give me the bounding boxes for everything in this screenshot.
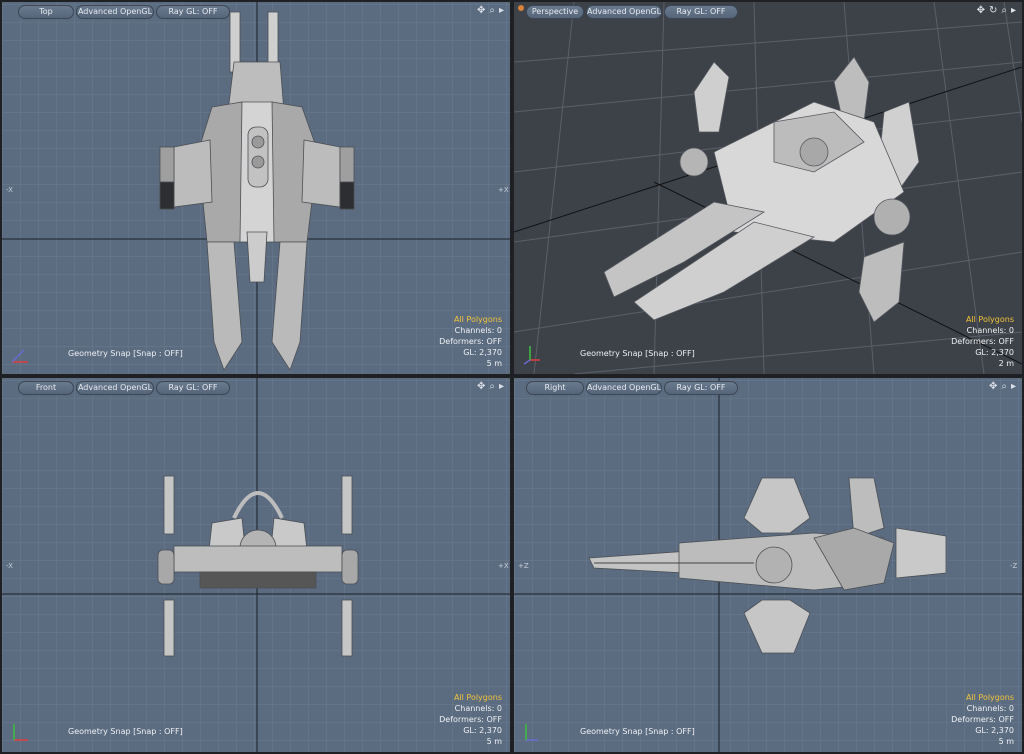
geometry-snap-status: Geometry Snap [Snap : OFF] [580, 727, 695, 736]
zoom-icon[interactable]: ⌕ [1001, 381, 1007, 393]
perspective-view-canvas[interactable] [514, 2, 1022, 374]
viewport-nav-icons: ✥ ⌕ ▸ [473, 5, 504, 17]
viewport-toolbar: Perspective Advanced OpenGL Ray GL: OFF … [514, 5, 1022, 19]
front-view-canvas[interactable]: -X +X [2, 378, 510, 752]
axis-gizmo-icon [523, 346, 540, 365]
viewport-nav-icons: ✥ ⌕ ▸ [473, 381, 504, 393]
viewport-top[interactable]: -X +X Top Advanced OpenGL Ray GL: OFF ✥ ⌕… [2, 2, 510, 374]
viewport-info: All Polygons Channels: 0 Deformers: OFF … [951, 314, 1014, 369]
scale-label: 2 m [998, 359, 1014, 368]
axis-label-left: -X [6, 562, 13, 570]
scale-label: 5 m [486, 359, 502, 368]
channels-label: Channels: 0 [454, 704, 502, 713]
viewport-toolbar: Top Advanced OpenGL Ray GL: OFF ✥ ⌕ ▸ [2, 5, 510, 19]
axis-gizmo-icon [13, 724, 28, 741]
selection-mode-label: All Polygons [453, 693, 502, 702]
rotate-icon[interactable]: ↻ [989, 5, 997, 17]
raygl-button[interactable]: Ray GL: OFF [664, 5, 738, 19]
zoom-icon[interactable]: ⌕ [489, 5, 495, 17]
axis-label-left: +Z [518, 562, 529, 570]
viewport-front[interactable]: -X +X Front Advanced OpenGL Ray GL: OFF … [2, 378, 510, 752]
render-mode-button[interactable]: Advanced OpenGL [586, 381, 662, 395]
channels-label: Channels: 0 [966, 704, 1014, 713]
channels-label: Channels: 0 [966, 326, 1014, 335]
gl-count-label: GL: 2,370 [463, 726, 502, 735]
zoom-icon[interactable]: ⌕ [1001, 5, 1007, 17]
menu-arrow-icon[interactable]: ▸ [499, 381, 504, 393]
viewport-info: All Polygons Channels: 0 Deformers: OFF … [439, 314, 502, 369]
raygl-button[interactable]: Ray GL: OFF [156, 5, 230, 19]
viewport-toolbar: Front Advanced OpenGL Ray GL: OFF ✥ ⌕ ▸ [2, 381, 510, 395]
scale-label: 5 m [998, 737, 1014, 746]
render-mode-button[interactable]: Advanced OpenGL [586, 5, 662, 19]
gl-count-label: GL: 2,370 [975, 348, 1014, 357]
right-view-canvas[interactable]: +Z -Z [514, 378, 1022, 752]
viewport-right[interactable]: +Z -Z Right Advanced OpenGL Ray GL: OFF … [514, 378, 1022, 752]
viewport-info: All Polygons Channels: 0 Deformers: OFF … [439, 692, 502, 747]
selection-mode-label: All Polygons [965, 693, 1014, 702]
gl-count-label: GL: 2,370 [975, 726, 1014, 735]
axis-label-left: -X [6, 186, 13, 194]
selection-mode-label: All Polygons [453, 315, 502, 324]
axis-label-right: +X [498, 186, 509, 194]
render-mode-button[interactable]: Advanced OpenGL [76, 5, 154, 19]
viewport-perspective[interactable]: Perspective Advanced OpenGL Ray GL: OFF … [514, 2, 1022, 374]
view-type-button[interactable]: Top [18, 5, 74, 19]
geometry-snap-status: Geometry Snap [Snap : OFF] [580, 349, 695, 358]
pan-icon[interactable]: ✥ [477, 381, 485, 393]
view-type-button[interactable]: Front [18, 381, 74, 395]
viewport-info: All Polygons Channels: 0 Deformers: OFF … [951, 692, 1014, 747]
geometry-snap-status: Geometry Snap [Snap : OFF] [68, 727, 183, 736]
axis-label-right: -Z [1010, 562, 1018, 570]
viewport-toolbar: Right Advanced OpenGL Ray GL: OFF ✥ ⌕ ▸ [514, 381, 1022, 395]
deformers-label: Deformers: OFF [951, 715, 1014, 724]
viewport-nav-icons: ✥ ↻ ⌕ ▸ [973, 5, 1016, 17]
menu-arrow-icon[interactable]: ▸ [499, 5, 504, 17]
channels-label: Channels: 0 [454, 326, 502, 335]
geometry-snap-status: Geometry Snap [Snap : OFF] [68, 349, 183, 358]
pan-icon[interactable]: ✥ [977, 5, 985, 17]
view-type-button[interactable]: Perspective [526, 5, 584, 19]
menu-arrow-icon[interactable]: ▸ [1011, 5, 1016, 17]
raygl-button[interactable]: Ray GL: OFF [156, 381, 230, 395]
scale-label: 5 m [486, 737, 502, 746]
axis-gizmo-icon [525, 724, 538, 741]
top-view-canvas[interactable]: -X +X [2, 2, 510, 374]
zoom-icon[interactable]: ⌕ [489, 381, 495, 393]
axis-label-right: +X [498, 562, 509, 570]
viewport-nav-icons: ✥ ⌕ ▸ [985, 381, 1016, 393]
pan-icon[interactable]: ✥ [477, 5, 485, 17]
pan-icon[interactable]: ✥ [989, 381, 997, 393]
gl-count-label: GL: 2,370 [463, 348, 502, 357]
deformers-label: Deformers: OFF [439, 715, 502, 724]
menu-arrow-icon[interactable]: ▸ [1011, 381, 1016, 393]
render-mode-button[interactable]: Advanced OpenGL [76, 381, 154, 395]
axis-gizmo-icon [11, 349, 28, 363]
selection-mode-label: All Polygons [965, 315, 1014, 324]
view-type-button[interactable]: Right [526, 381, 584, 395]
raygl-button[interactable]: Ray GL: OFF [664, 381, 738, 395]
deformers-label: Deformers: OFF [439, 337, 502, 346]
deformers-label: Deformers: OFF [951, 337, 1014, 346]
